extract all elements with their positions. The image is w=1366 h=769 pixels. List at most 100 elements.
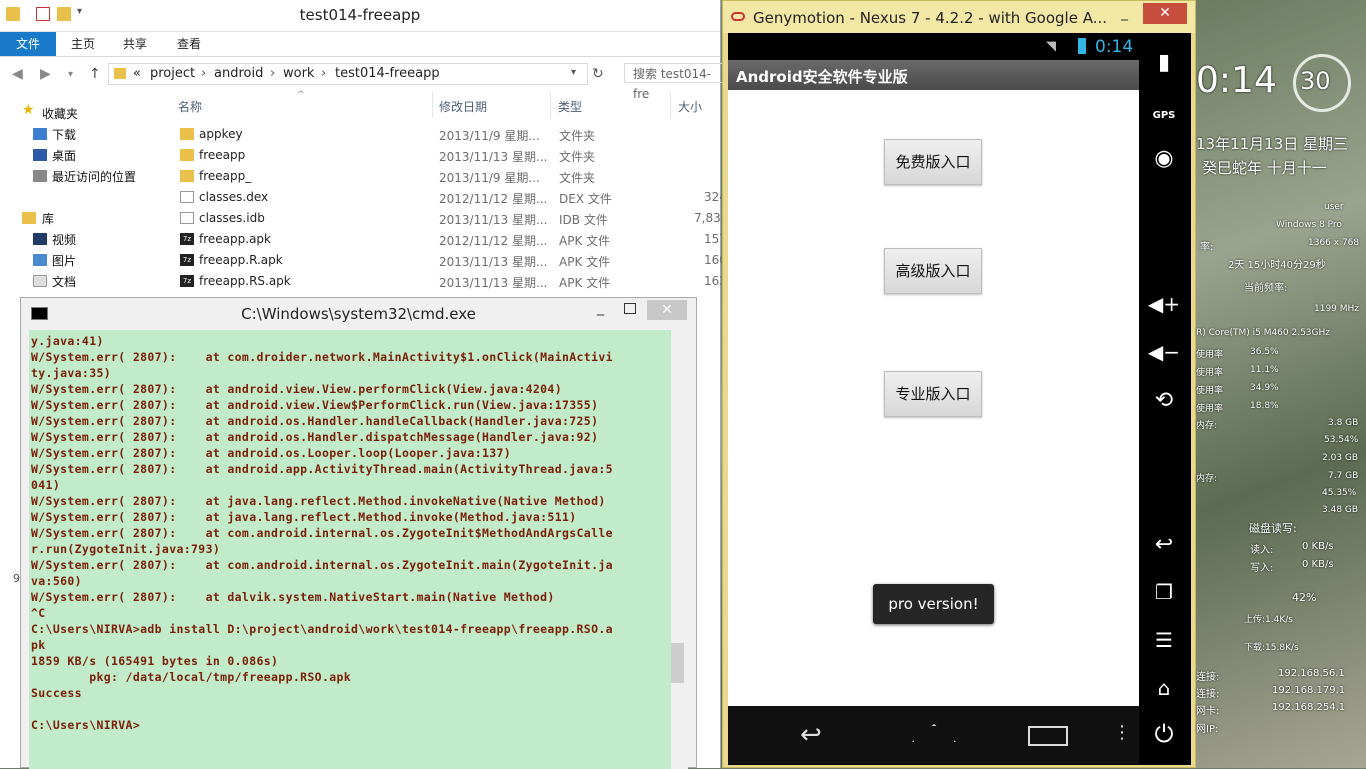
search-input[interactable]: 搜索 test014-fre xyxy=(624,63,724,101)
tab-share[interactable]: 共享 xyxy=(112,32,158,56)
sidebar-item-recent[interactable]: 最近访问的位置 xyxy=(52,168,136,185)
column-type[interactable]: 类型 xyxy=(558,98,582,115)
up-icon[interactable]: ↑ xyxy=(89,66,101,82)
gadget-os: Windows 8 Pro xyxy=(1276,220,1342,230)
file-date: 2013/11/13 星期... xyxy=(439,255,548,269)
recent-apps-icon[interactable] xyxy=(1028,726,1068,746)
breadcrumb-work[interactable]: work xyxy=(283,66,314,81)
breadcrumb-project[interactable]: project xyxy=(150,66,195,81)
gadget-usage: 36.5% xyxy=(1250,347,1279,357)
file-type: IDB 文件 xyxy=(559,213,608,227)
gadget-user: user xyxy=(1324,202,1344,212)
cmd-titlebar: C:\Windows\system32\cmd.exe _ ✕ xyxy=(21,298,696,328)
library-icon xyxy=(22,212,36,224)
volume-down-icon[interactable]: ◀− xyxy=(1144,340,1184,364)
tab-home[interactable]: 主页 xyxy=(60,32,106,56)
advanced-version-button[interactable]: 高级版入口 xyxy=(884,248,982,294)
rotate-icon[interactable]: ⟲ xyxy=(1144,388,1184,413)
breadcrumb-android[interactable]: android xyxy=(214,66,263,81)
gadget-ip: 192.168.254.1 xyxy=(1272,702,1346,713)
gadget-usage-label: 使用率 xyxy=(1196,350,1224,360)
recent-dropdown-icon[interactable]: ▾ xyxy=(68,69,73,80)
pro-version-button[interactable]: 专业版入口 xyxy=(884,371,982,417)
minimize-button[interactable]: _ xyxy=(1121,5,1128,21)
file-row[interactable]: classes.idb 2013/11/13 星期... IDB 文件 7,83… xyxy=(170,208,728,229)
free-version-button[interactable]: 免费版入口 xyxy=(884,139,982,185)
documents-icon xyxy=(33,275,47,287)
home-icon[interactable] xyxy=(912,724,956,742)
recent-places-icon xyxy=(33,170,47,182)
console-text: y.java:41) W/System.err( 2807): at com.d… xyxy=(31,334,613,732)
sidebar-library[interactable]: 库 xyxy=(42,210,54,227)
sidebar-item-videos[interactable]: 视频 xyxy=(52,231,76,248)
file-type: DEX 文件 xyxy=(559,192,612,206)
pictures-icon xyxy=(33,254,47,266)
breadcrumb-overflow[interactable]: « xyxy=(133,66,141,81)
home-icon[interactable]: ⌂ xyxy=(1144,676,1184,700)
sidebar-item-documents[interactable]: 文档 xyxy=(52,273,76,290)
gps-icon[interactable]: GPS xyxy=(1144,110,1184,121)
gadget-vmem-total: 7.7 GB xyxy=(1328,471,1359,481)
tab-file[interactable]: 文件 xyxy=(0,32,56,56)
power-icon[interactable]: ⏻ xyxy=(1144,720,1184,748)
gadget-usage-label: 使用率 xyxy=(1196,386,1224,396)
gadget-vmem-label: 内存: xyxy=(1196,474,1218,484)
file-type: 文件夹 xyxy=(559,129,596,143)
volume-up-icon[interactable]: ◀+ xyxy=(1144,292,1184,316)
column-date[interactable]: 修改日期 xyxy=(439,98,487,115)
android-nav-bar: ↩ ⋮ xyxy=(728,706,1139,764)
gadget-mem-total: 3.8 GB xyxy=(1328,418,1359,428)
forward-icon[interactable]: ▶ xyxy=(40,66,51,82)
minimize-button[interactable]: _ xyxy=(597,300,604,316)
battery-widget-icon[interactable]: ▮ xyxy=(1144,50,1184,75)
console-output[interactable]: y.java:41) W/System.err( 2807): at com.d… xyxy=(29,330,671,769)
gadget-percent: 42% xyxy=(1292,591,1317,604)
maximize-button[interactable] xyxy=(624,303,636,314)
gadget-mem-label: 内存: xyxy=(1196,421,1218,431)
ribbon-tabs: 文件 主页 共享 查看 xyxy=(0,32,720,57)
address-dropdown-icon[interactable]: ▾ xyxy=(571,67,576,78)
breadcrumb-current[interactable]: test014-freeapp xyxy=(335,66,440,81)
status-bar-count: 9 xyxy=(13,572,20,585)
tab-view[interactable]: 查看 xyxy=(166,32,212,56)
folder-icon xyxy=(180,149,194,161)
file-row[interactable]: 7z freeapp.RS.apk 2013/11/13 星期... APK 文… xyxy=(170,271,727,292)
sort-ascending-icon: ^ xyxy=(297,90,305,100)
back-icon[interactable]: ↩ xyxy=(800,720,822,750)
vertical-scrollbar[interactable] xyxy=(671,330,688,769)
refresh-icon[interactable]: ↻ xyxy=(592,66,604,82)
scrollbar-thumb[interactable] xyxy=(671,643,684,683)
file-row[interactable]: freeapp 2013/11/13 星期... 文件夹 xyxy=(170,145,720,166)
toast-message: pro version! xyxy=(873,584,994,624)
genymotion-logo-icon xyxy=(731,12,745,21)
sidebar-favorites[interactable]: 收藏夹 xyxy=(42,105,78,122)
gadget-resolution-label: 率: xyxy=(1200,242,1214,253)
address-bar[interactable]: « project › android › work › test014-fre… xyxy=(108,63,588,85)
camera-icon[interactable]: ◉ xyxy=(1144,146,1184,171)
file-row[interactable]: freeapp_ 2013/11/9 星期... 文件夹 xyxy=(170,166,720,187)
close-button[interactable]: ✕ xyxy=(647,300,687,320)
file-row[interactable]: 7z freeapp.R.apk 2013/11/13 星期... APK 文件… xyxy=(170,250,727,271)
recent-apps-icon[interactable]: ❐ xyxy=(1144,580,1184,604)
file-row[interactable]: classes.dex 2012/11/12 星期... DEX 文件 324 xyxy=(170,187,727,208)
menu-icon[interactable]: ☰ xyxy=(1144,628,1184,652)
sidebar-item-desktop[interactable]: 桌面 xyxy=(52,147,76,164)
file-row[interactable]: 7z freeapp.apk 2012/11/12 星期... APK 文件 1… xyxy=(170,229,727,250)
file-name: freeapp.R.apk xyxy=(199,253,283,267)
column-name[interactable]: 名称 xyxy=(178,98,202,115)
menu-icon[interactable]: ⋮ xyxy=(1113,722,1131,743)
gadget-usage: 11.1% xyxy=(1250,365,1279,375)
back-icon[interactable]: ↩ xyxy=(1144,532,1184,557)
file-date: 2013/11/13 星期... xyxy=(439,213,548,227)
back-icon[interactable]: ◀ xyxy=(12,66,23,82)
file-row[interactable]: appkey 2013/11/9 星期... 文件夹 xyxy=(170,124,720,145)
gadget-resolution: 1366 x 768 xyxy=(1308,238,1360,248)
sidebar-item-downloads[interactable]: 下载 xyxy=(52,126,76,143)
sidebar-item-pictures[interactable]: 图片 xyxy=(52,252,76,269)
gadget-ip: 192.168.56.1 xyxy=(1278,668,1345,679)
file-date: 2012/11/12 星期... xyxy=(439,234,548,248)
gadget-time: 0:14 xyxy=(1196,60,1277,101)
cmd-title: C:\Windows\system32\cmd.exe xyxy=(241,305,476,323)
column-size[interactable]: 大小 xyxy=(678,98,702,115)
close-button[interactable]: ✕ xyxy=(1143,3,1187,24)
